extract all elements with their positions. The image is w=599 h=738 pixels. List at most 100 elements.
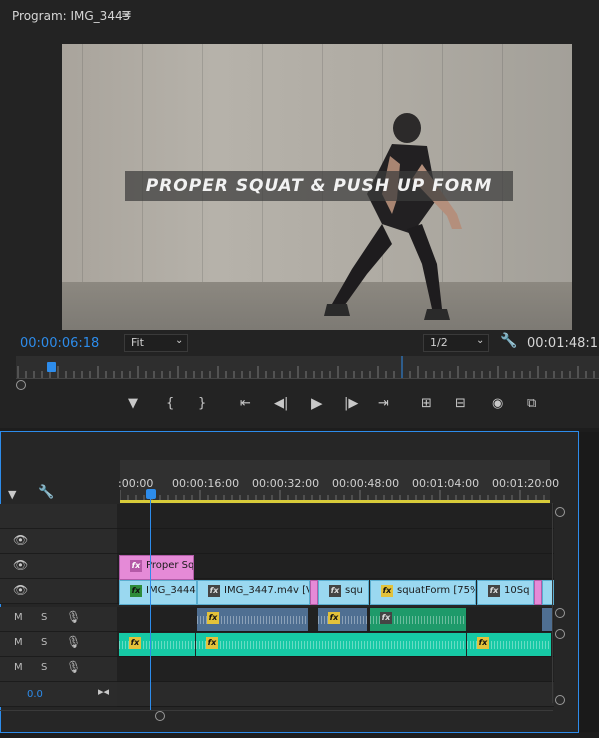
clip-label: 10Sq <box>504 585 530 596</box>
mix-icon[interactable]: ▸◂ <box>98 685 109 698</box>
video-clip[interactable]: fx squ <box>318 580 369 605</box>
timeline-horizontal-scrollbar[interactable] <box>0 710 553 721</box>
monitor-zoom-scrollbar[interactable] <box>16 378 599 390</box>
track-header-v3b: 👁 <box>0 529 117 554</box>
scroll-handle-top[interactable] <box>555 507 565 517</box>
step-forward-button[interactable]: |▶ <box>344 396 358 411</box>
transition-clip[interactable] <box>534 580 542 605</box>
audio-clip[interactable]: fx <box>318 608 367 631</box>
track-header-a2: M S 🎙 <box>0 632 117 657</box>
ruler-ticks <box>17 356 595 378</box>
fx-badge: fx <box>329 585 341 597</box>
clip-label: IMG_3447.m4v [V] <box>224 585 310 596</box>
go-to-in-button[interactable]: ⇤ <box>240 396 251 411</box>
audio-clip[interactable]: fx <box>197 608 308 631</box>
panel-title[interactable]: Program: IMG_3443 <box>12 9 130 23</box>
fx-badge: fx <box>381 585 393 597</box>
fx-badge: fx <box>328 612 340 624</box>
title-clip[interactable]: fx Proper Sq <box>119 555 194 580</box>
audio-clip[interactable]: fx <box>196 633 466 656</box>
master-lane <box>117 682 554 707</box>
solo-button[interactable]: S <box>41 637 47 648</box>
track-lane-v3[interactable] <box>117 504 554 529</box>
fx-badge: fx <box>488 585 500 597</box>
transition-clip[interactable] <box>310 580 318 605</box>
settings-wrench-icon[interactable]: 🔧 <box>500 333 517 349</box>
solo-button[interactable]: S <box>41 612 47 623</box>
panel-menu-icon[interactable]: ≡ <box>121 7 132 22</box>
step-back-button[interactable]: ◀| <box>274 396 288 411</box>
microphone-icon[interactable]: 🎙 <box>66 660 81 674</box>
fx-badge: fx <box>130 585 142 597</box>
chevron-down-icon: ⌄ <box>175 335 184 346</box>
video-clip[interactable]: fx IMG_3444. <box>119 580 197 605</box>
fx-badge: fx <box>129 637 141 649</box>
scroll-handle-bottom[interactable] <box>555 695 565 705</box>
timeline-playhead-handle[interactable] <box>146 489 156 499</box>
zoom-handle-left[interactable] <box>16 380 26 390</box>
mark-in-button[interactable]: { <box>166 396 174 411</box>
clip-label: Proper Sq <box>146 560 194 571</box>
eye-icon[interactable]: 👁 <box>13 558 28 572</box>
zoom-handle-left[interactable] <box>155 711 165 721</box>
clip-label: squ <box>345 585 363 596</box>
video-clip[interactable]: fx 10Sq <box>477 580 534 605</box>
ruler-ticks <box>120 490 545 500</box>
add-marker-button[interactable]: ▼ <box>128 396 138 411</box>
go-to-out-button[interactable]: ⇥ <box>378 396 389 411</box>
solo-button[interactable]: S <box>41 662 47 673</box>
zoom-fit-select[interactable]: Fit ⌄ <box>124 334 188 352</box>
track-lane-v3b[interactable] <box>117 529 554 554</box>
timeline-vertical-scrollbar[interactable] <box>552 503 566 705</box>
resolution-value: 1/2 <box>430 336 448 349</box>
microphone-icon[interactable]: 🎙 <box>66 635 81 649</box>
chevron-down-icon: ⌄ <box>476 335 485 346</box>
eye-icon[interactable]: 👁 <box>13 533 28 547</box>
scroll-handle-audio[interactable] <box>555 629 565 639</box>
audio-clip[interactable] <box>542 608 552 631</box>
fx-badge: fx <box>477 637 489 649</box>
playhead-timecode[interactable]: 00:00:06:18 <box>20 336 99 351</box>
track-header-a1: M S 🎙 <box>0 607 117 632</box>
eye-icon[interactable]: 👁 <box>13 583 28 597</box>
snap-marker-icon[interactable]: ▼ <box>8 488 16 501</box>
sequence-duration: 00:01:48:13 <box>527 336 599 351</box>
video-clip[interactable]: fx IMG_3447.m4v [V] <box>197 580 310 605</box>
microphone-icon[interactable]: 🎙 <box>66 610 81 624</box>
mark-out-button[interactable]: } <box>198 396 206 411</box>
export-frame-button[interactable]: ◉ <box>492 396 503 411</box>
audio-clip[interactable]: fx <box>467 633 551 656</box>
mute-button[interactable]: M <box>14 637 23 648</box>
fx-badge: fx <box>130 560 142 572</box>
audio-clip[interactable]: fx <box>370 608 466 631</box>
monitor-playhead[interactable] <box>46 362 56 372</box>
scroll-handle-mid[interactable] <box>555 608 565 618</box>
video-preview: PROPER SQUAT & PUSH UP FORM <box>62 44 572 330</box>
fx-badge: fx <box>207 612 219 624</box>
timeline-playhead-line[interactable] <box>150 493 151 711</box>
monitor-time-ruler[interactable] <box>16 356 599 378</box>
video-clip[interactable]: fx squatForm [75%] <box>370 580 476 605</box>
extract-button[interactable]: ⊟ <box>455 396 466 411</box>
person-figure <box>324 113 462 320</box>
playback-resolution-select[interactable]: 1/2 ⌄ <box>423 334 489 352</box>
timeline-ruler[interactable]: :00:00 00:00:16:00 00:00:32:00 00:00:48:… <box>118 460 559 503</box>
audio-clip[interactable]: fx <box>119 633 195 656</box>
master-volume[interactable]: 0.0 <box>27 689 43 700</box>
comparison-view-button[interactable]: ⧉ <box>527 396 536 411</box>
mute-button[interactable]: M <box>14 662 23 673</box>
track-header-v3 <box>0 504 117 529</box>
clip-label: squatForm [75%] <box>397 585 476 596</box>
track-lane-a3[interactable] <box>117 657 554 682</box>
fx-badge: fx <box>380 612 392 624</box>
track-header-a3: M S 🎙 <box>0 657 117 682</box>
adjacent-panel-edge <box>580 432 599 732</box>
timeline-settings-wrench-icon[interactable]: 🔧 <box>38 485 54 500</box>
mute-button[interactable]: M <box>14 612 23 623</box>
lift-button[interactable]: ⊞ <box>421 396 432 411</box>
work-area-bar[interactable] <box>120 500 550 503</box>
zoom-fit-value: Fit <box>131 336 144 349</box>
play-button[interactable]: ▶ <box>311 394 323 412</box>
track-header-v2: 👁 <box>0 554 117 579</box>
video-title-overlay: PROPER SQUAT & PUSH UP FORM <box>125 171 513 201</box>
